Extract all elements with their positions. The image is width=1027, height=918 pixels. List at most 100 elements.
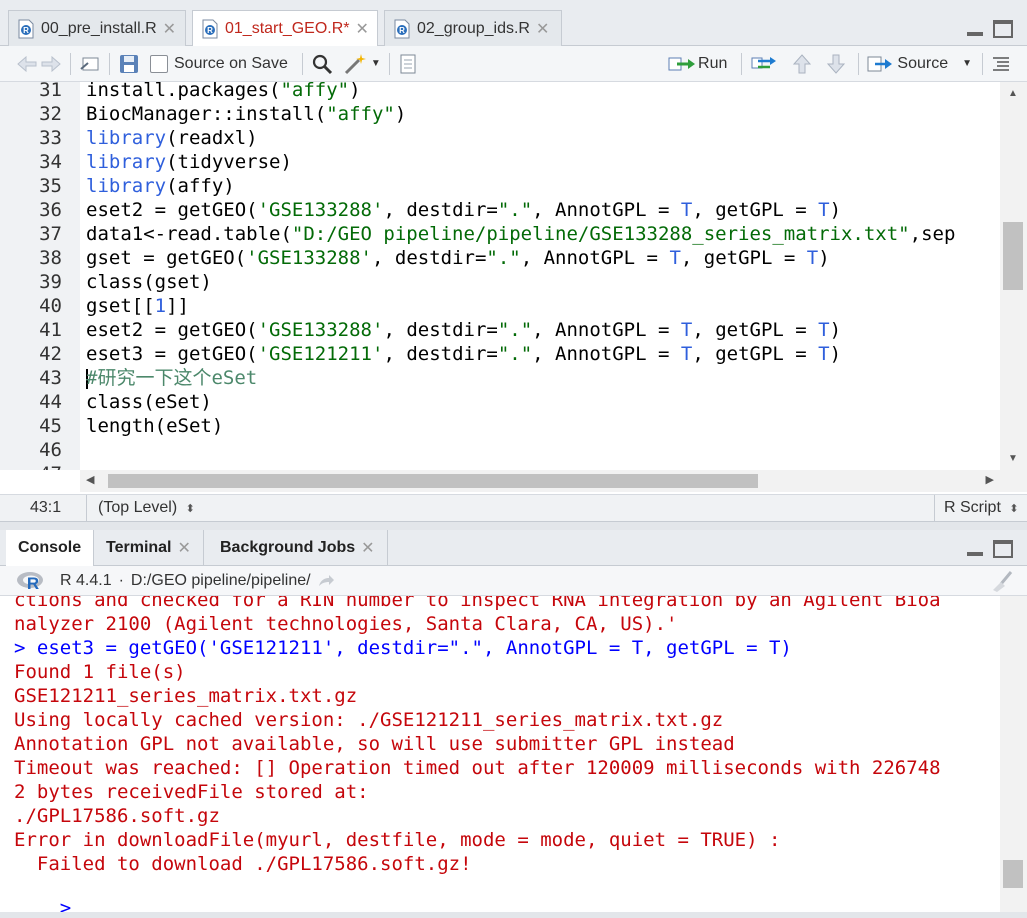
- tab-00-pre-install[interactable]: R 00_pre_install.R ✕: [8, 10, 186, 46]
- scroll-left-icon[interactable]: ◀: [86, 473, 94, 486]
- scroll-right-icon[interactable]: ▶: [986, 473, 994, 486]
- code-line[interactable]: 38 gset = getGEO('GSE133288', destdir="."…: [0, 246, 1000, 270]
- filetype-selector[interactable]: R Script ⬍: [944, 499, 1019, 517]
- editor-horizontal-scrollbar[interactable]: ◀ ▶: [80, 470, 1000, 492]
- code-line[interactable]: 34 library(tidyverse): [0, 150, 1000, 174]
- save-icon[interactable]: [118, 53, 140, 75]
- console-output-line: 2 bytes receivedFile stored at:: [14, 781, 369, 803]
- console-output-line: Error in downloadFile(myurl, destfile, m…: [14, 829, 781, 851]
- show-in-window-icon[interactable]: [79, 55, 101, 73]
- chevron-down-icon[interactable]: ▼: [371, 58, 381, 69]
- tab-console[interactable]: Console: [6, 530, 95, 566]
- tab-01-start-geo[interactable]: R 01_start_GEO.R* ✕: [192, 10, 378, 47]
- toolbar-divider: [301, 52, 303, 75]
- toolbar-divider: [858, 52, 860, 75]
- line-number: 43: [39, 367, 62, 389]
- magic-wand-icon[interactable]: [343, 53, 369, 75]
- scrollbar-thumb[interactable]: [1003, 222, 1023, 290]
- line-number: 34: [39, 151, 62, 173]
- tab-background-jobs[interactable]: Background Jobs ✕: [208, 530, 388, 566]
- scope-selector[interactable]: (Top Level) ⬍: [98, 499, 195, 517]
- line-number: 42: [39, 343, 62, 365]
- go-to-directory-icon[interactable]: [317, 574, 335, 588]
- code-line[interactable]: 31 install.packages("affy"): [0, 82, 1000, 102]
- pane-splitter[interactable]: [0, 522, 1027, 530]
- search-icon[interactable]: [311, 53, 333, 75]
- console-command-line: > eset3 = getGEO('GSE121211', destdir=".…: [14, 637, 792, 659]
- close-icon[interactable]: ✕: [178, 538, 191, 558]
- chevron-updown-icon: ⬍: [1009, 503, 1019, 515]
- code-line[interactable]: 47: [0, 462, 1000, 470]
- r-file-icon: R: [201, 19, 219, 39]
- close-icon[interactable]: ✕: [361, 538, 374, 558]
- code-line[interactable]: 40 gset[[1]]: [0, 294, 1000, 318]
- code-line[interactable]: 33 library(readxl): [0, 126, 1000, 150]
- scrollbar-thumb[interactable]: [108, 474, 758, 488]
- code-text: BiocManager::install("affy"): [86, 103, 407, 125]
- go-to-previous-section-icon[interactable]: [792, 53, 812, 75]
- code-line[interactable]: 39 class(gset): [0, 270, 1000, 294]
- code-line[interactable]: 35 library(affy): [0, 174, 1000, 198]
- code-editor[interactable]: 31 install.packages("affy") 32 BiocManager:…: [0, 82, 1000, 470]
- close-icon[interactable]: ✕: [356, 19, 369, 39]
- line-number: 35: [39, 175, 62, 197]
- code-line[interactable]: 41 eset2 = getGEO('GSE133288', destdir=".…: [0, 318, 1000, 342]
- forward-arrow-icon[interactable]: [40, 55, 62, 73]
- source-icon[interactable]: [867, 55, 893, 73]
- clear-console-icon[interactable]: [989, 570, 1015, 592]
- code-line[interactable]: 32 BiocManager::install("affy"): [0, 102, 1000, 126]
- scrollbar-thumb[interactable]: [1003, 860, 1023, 888]
- document-outline-icon[interactable]: [991, 56, 1011, 72]
- close-icon[interactable]: ✕: [163, 19, 176, 39]
- code-text: install.packages("affy"): [86, 82, 361, 101]
- run-icon[interactable]: [668, 55, 696, 73]
- code-text: class(gset): [86, 271, 212, 293]
- back-arrow-icon[interactable]: [16, 55, 38, 73]
- tab-label: 00_pre_install.R: [41, 19, 157, 37]
- code-line[interactable]: 45 length(eSet): [0, 414, 1000, 438]
- scroll-up-icon[interactable]: ▲: [1008, 88, 1018, 99]
- tab-terminal[interactable]: Terminal ✕: [94, 530, 204, 566]
- compile-report-icon[interactable]: [398, 53, 418, 75]
- editor-vertical-scrollbar[interactable]: ▲ ▼: [1000, 82, 1027, 470]
- tab-02-group-ids[interactable]: R 02_group_ids.R ✕: [384, 10, 562, 46]
- maximize-icon[interactable]: [993, 540, 1013, 558]
- working-directory[interactable]: D:/GEO pipeline/pipeline/: [131, 572, 311, 590]
- line-number: 31: [39, 82, 62, 101]
- source-button[interactable]: Source: [897, 55, 948, 73]
- code-line[interactable]: 44 class(eSet): [0, 390, 1000, 414]
- console-output[interactable]: ctions and checked for a RIN number to i…: [0, 596, 1000, 912]
- code-line[interactable]: 43 #研究一下这个eSet: [0, 366, 1000, 390]
- minimize-icon[interactable]: [965, 20, 985, 38]
- minimize-icon[interactable]: [965, 540, 985, 558]
- code-text: eset3 = getGEO('GSE121211', destdir=".",…: [86, 343, 842, 365]
- code-line[interactable]: 37 data1<-read.table("D:/GEO pipeline/pip…: [0, 222, 1000, 246]
- line-number: 36: [39, 199, 62, 221]
- console-output-line: ctions and checked for a RIN number to i…: [14, 596, 941, 611]
- source-on-save-checkbox[interactable]: [150, 54, 168, 73]
- console-path-bar: R R 4.4.1 · D:/GEO pipeline/pipeline/: [0, 566, 1027, 596]
- console-prompt-line[interactable]: >: [14, 872, 74, 912]
- go-to-next-section-icon[interactable]: [826, 53, 846, 75]
- code-text: gset = getGEO('GSE133288', destdir=".", …: [86, 247, 830, 269]
- chevron-down-icon[interactable]: ▼: [962, 58, 972, 69]
- code-line[interactable]: 42 eset3 = getGEO('GSE121211', destdir=".…: [0, 342, 1000, 366]
- cursor-position: 43:1: [30, 499, 62, 516]
- rerun-icon[interactable]: [750, 54, 778, 74]
- console-pane-controls: [965, 540, 1013, 558]
- code-text: library(tidyverse): [86, 151, 292, 173]
- code-text: class(eSet): [86, 391, 212, 413]
- maximize-icon[interactable]: [993, 20, 1013, 38]
- toolbar-divider: [741, 52, 743, 75]
- line-number: 37: [39, 223, 62, 245]
- status-divider: [86, 495, 87, 523]
- tab-label: Terminal: [106, 539, 172, 556]
- editor-toolbar: Source on Save ▼ Run Source ▼: [0, 46, 1027, 82]
- console-vertical-scrollbar[interactable]: [1000, 596, 1027, 912]
- code-line[interactable]: 36 eset2 = getGEO('GSE133288', destdir=".…: [0, 198, 1000, 222]
- code-line[interactable]: 46: [0, 438, 1000, 462]
- close-icon[interactable]: ✕: [536, 19, 549, 39]
- toolbar-divider: [70, 52, 71, 75]
- run-button[interactable]: Run: [698, 55, 727, 73]
- scroll-down-icon[interactable]: ▼: [1008, 453, 1018, 464]
